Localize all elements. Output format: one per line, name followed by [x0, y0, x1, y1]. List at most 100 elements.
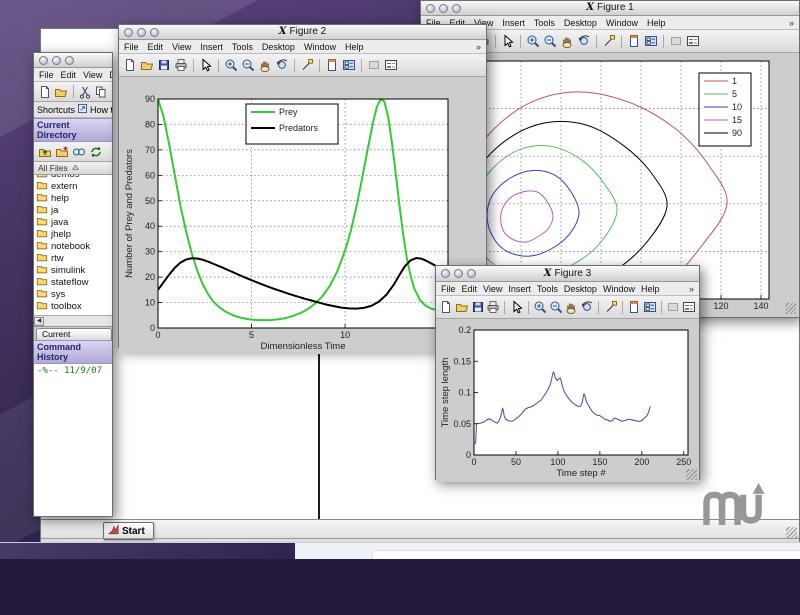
menu-item-window[interactable]: Window [603, 284, 635, 294]
toolbar-button-find-files[interactable] [71, 143, 87, 161]
menu-item-view[interactable]: View [483, 284, 502, 294]
zoom-button[interactable] [65, 56, 74, 65]
toolbar-button-rotate-3d[interactable] [576, 32, 592, 50]
toolbar-button-open-file[interactable] [139, 56, 155, 74]
menu-item-window[interactable]: Window [304, 42, 336, 52]
minimize-button[interactable] [454, 269, 463, 278]
toolbar-button-insert-colorbar[interactable] [366, 56, 382, 74]
toolbar-button-zoom-in[interactable] [533, 298, 548, 316]
history-entry[interactable]: -%-- 11/9/07 [37, 366, 109, 376]
menu-item-help[interactable]: Help [345, 42, 364, 52]
zoom-button[interactable] [452, 4, 461, 13]
toolbar-button-zoom-in[interactable] [223, 56, 239, 74]
figure3-resize-grip[interactable] [686, 469, 697, 480]
toolbar-button-save-figure[interactable] [156, 56, 172, 74]
menu-item-insert[interactable]: Insert [200, 42, 223, 52]
legend-box[interactable] [699, 73, 751, 146]
file-list-item[interactable]: toolbox [34, 300, 112, 312]
toolbar-button-zoom-out[interactable] [542, 32, 558, 50]
toolbar-button-print[interactable] [486, 298, 501, 316]
toolbar-button-insert-legend[interactable] [383, 56, 399, 74]
toolbar-button-insert-legend[interactable] [685, 32, 701, 50]
menu-item-edit[interactable]: Edit [462, 284, 478, 294]
menu-item-desktop[interactable]: Desktop [262, 42, 295, 52]
toolbar-button-folder-up[interactable] [37, 143, 53, 161]
toolbar-button-insert-colorbar[interactable] [668, 32, 684, 50]
toolbar-button-plot-browser[interactable] [341, 56, 357, 74]
minimize-button[interactable] [52, 56, 61, 65]
menu-item-tools[interactable]: Tools [537, 284, 558, 294]
statusbar-resize-grip[interactable] [786, 527, 797, 538]
minimize-button[interactable] [137, 28, 146, 37]
menu-item-window[interactable]: Window [606, 18, 638, 28]
horizontal-scrollbar[interactable]: ◀ [34, 316, 112, 327]
command-history-list[interactable]: -%-- 11/9/07 [34, 364, 112, 516]
toolbar-button-figure-palette[interactable] [627, 298, 642, 316]
toolbar-button-zoom-in[interactable] [525, 32, 541, 50]
menu-item-tools[interactable]: Tools [534, 18, 555, 28]
scroll-left-icon[interactable]: ◀ [34, 317, 44, 326]
toolbar-button-rotate-3d[interactable] [580, 298, 595, 316]
toolbar-button-pan[interactable] [564, 298, 579, 316]
menu-item-insert[interactable]: Insert [502, 18, 525, 28]
menu-item-file[interactable]: File [124, 42, 139, 52]
toolbar-button-data-cursor[interactable] [299, 56, 315, 74]
figure1-resize-grip[interactable] [785, 303, 796, 314]
toolbar-button-new-figure[interactable] [439, 298, 454, 316]
zoom-button[interactable] [467, 269, 476, 278]
toolbar-button-plot-browser[interactable] [642, 298, 657, 316]
close-button[interactable] [39, 56, 48, 65]
toolbar-button-copy[interactable] [94, 83, 109, 101]
toolbar-button-rotate-3d[interactable] [274, 56, 290, 74]
toolbar-button-zoom-out[interactable] [240, 56, 256, 74]
menu-item-insert[interactable]: Insert [508, 284, 531, 294]
shortcut-item[interactable]: How t [90, 105, 112, 115]
files-column-header[interactable]: All Files [34, 162, 112, 175]
toolbar-button-folder-new[interactable] [54, 143, 70, 161]
figure3-titlebar[interactable]: XFigure 3 [436, 266, 699, 282]
close-button[interactable] [441, 269, 450, 278]
menu-item-d[interactable]: D [109, 70, 112, 80]
toolbar-button-plot-browser[interactable] [643, 32, 659, 50]
left-window-titlebar[interactable] [34, 53, 112, 68]
toolbar-button-new-document[interactable] [37, 83, 52, 101]
toolbar-button-figure-palette[interactable] [324, 56, 340, 74]
menu-overflow-icon[interactable]: » [789, 18, 794, 28]
toolbar-button-insert-legend[interactable] [681, 298, 696, 316]
panel-splitter[interactable] [318, 338, 320, 522]
zoom-button[interactable] [150, 28, 159, 37]
menu-item-help[interactable]: Help [641, 284, 660, 294]
menu-item-view[interactable]: View [83, 70, 102, 80]
menu-item-help[interactable]: Help [647, 18, 666, 28]
toolbar-button-figure-palette[interactable] [626, 32, 642, 50]
toolbar-button-open-file[interactable] [53, 83, 68, 101]
toolbar-button-new-figure[interactable] [122, 56, 138, 74]
close-button[interactable] [426, 4, 435, 13]
menu-item-file[interactable]: File [441, 284, 456, 294]
toolbar-button-open-file[interactable] [455, 298, 470, 316]
toolbar-button-save-figure[interactable] [470, 298, 485, 316]
menu-item-tools[interactable]: Tools [232, 42, 253, 52]
plot-area[interactable] [474, 330, 688, 455]
toolbar-button-pan[interactable] [257, 56, 273, 74]
toolbar-button-data-cursor[interactable] [603, 298, 618, 316]
menu-overflow-icon[interactable]: » [689, 284, 694, 294]
figure2-titlebar[interactable]: XFigure 2 [119, 25, 486, 40]
toolbar-button-pointer[interactable] [500, 32, 516, 50]
menu-item-view[interactable]: View [172, 42, 191, 52]
close-button[interactable] [124, 28, 133, 37]
figure2-axes[interactable]: 05100102030405060708090Dimensionless Tim… [119, 77, 488, 354]
toolbar-button-refresh[interactable] [88, 143, 104, 161]
toolbar-button-data-cursor[interactable] [601, 32, 617, 50]
figure1-titlebar[interactable]: XFigure 1 [421, 1, 799, 16]
minimize-button[interactable] [439, 4, 448, 13]
toolbar-button-pan[interactable] [559, 32, 575, 50]
menu-overflow-icon[interactable]: » [476, 42, 481, 52]
menu-item-edit[interactable]: Edit [148, 42, 164, 52]
toolbar-button-insert-colorbar[interactable] [666, 298, 681, 316]
toolbar-button-cut[interactable] [77, 83, 92, 101]
figure3-axes[interactable]: 05010015020025000.050.10.150.2Time step … [436, 319, 701, 482]
menu-item-desktop[interactable]: Desktop [564, 284, 597, 294]
toolbar-button-zoom-out[interactable] [548, 298, 563, 316]
toolbar-button-pointer[interactable] [509, 298, 524, 316]
